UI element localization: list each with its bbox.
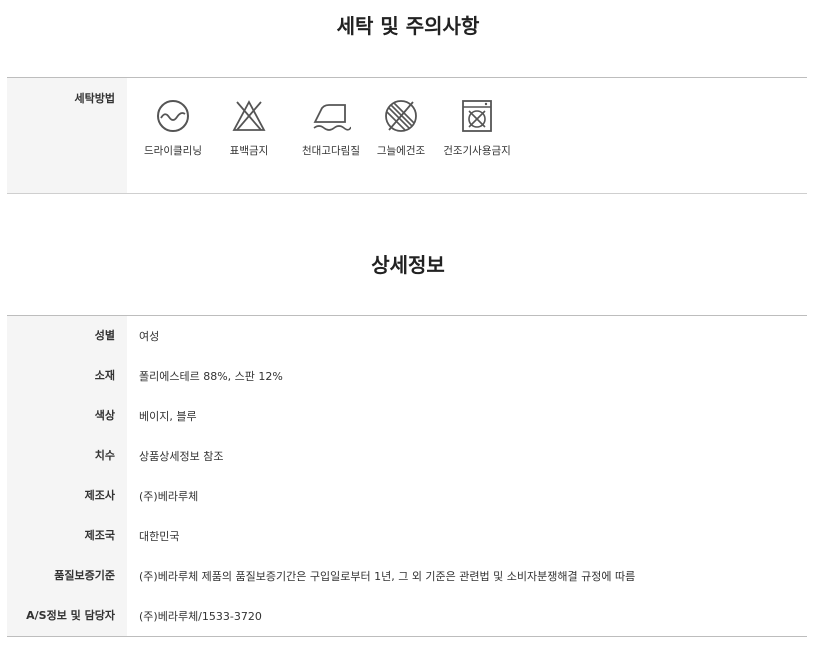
- detail-key: 소재: [7, 356, 127, 396]
- detail-key: 제조국: [7, 516, 127, 556]
- detail-key: 치수: [7, 436, 127, 476]
- washing-section-title: 세탁 및 주의사항: [336, 14, 480, 38]
- detail-row-as-contact: A/S정보 및 담당자 (주)베라루체/1533-3720: [7, 596, 807, 636]
- no-tumble-dry-icon: [462, 100, 492, 132]
- detail-row-warranty: 품질보증기준 (주)베라루체 제품의 품질보증기간은 구입일로부터 1년, 그 …: [7, 556, 807, 596]
- shade-dry-icon: [385, 100, 417, 132]
- detail-value: (주)베라루체 제품의 품질보증기간은 구입일로부터 1년, 그 외 기준은 관…: [139, 570, 636, 583]
- detail-section-title: 상세정보: [371, 253, 445, 277]
- detail-value: 여성: [139, 330, 160, 343]
- detail-table: 성별 여성 소재 폴리에스테르 88%, 스판 12% 색상 베이지, 블루 치…: [7, 315, 807, 637]
- detail-row-manufacturer: 제조사 (주)베라루체: [7, 476, 807, 516]
- detail-key: A/S정보 및 담당자: [7, 596, 127, 636]
- care-icons-area: 드라이클리닝 표백금지 천대고다림질 그늘에건조 건조기사용금지: [127, 78, 807, 193]
- detail-key: 성별: [7, 316, 127, 356]
- low-iron-icon: [313, 104, 351, 131]
- detail-value: 베이지, 블루: [139, 410, 197, 423]
- detail-value: 폴리에스테르 88%, 스판 12%: [139, 370, 283, 383]
- detail-key: 품질보증기준: [7, 556, 127, 596]
- care-label-no-bleach: 표백금지: [229, 145, 269, 157]
- care-item-dry-cleaning: 드라이클리닝: [131, 78, 215, 158]
- washing-table: 세탁방법 드라이클리닝 표백금지 천대고다림질 그늘에건조 건조기사용금지: [7, 77, 807, 194]
- detail-row-color: 색상 베이지, 블루: [7, 396, 807, 436]
- detail-row-material: 소재 폴리에스테르 88%, 스판 12%: [7, 356, 807, 396]
- detail-row-origin: 제조국 대한민국: [7, 516, 807, 556]
- no-bleach-icon: [232, 100, 266, 131]
- care-item-shade-dry: 그늘에건조: [359, 78, 443, 158]
- care-item-no-bleach: 표백금지: [207, 78, 291, 158]
- care-label-no-tumble-dry: 건조기사용금지: [443, 145, 511, 157]
- detail-value: 상품상세정보 참조: [139, 450, 224, 463]
- detail-value: 대한민국: [139, 530, 180, 543]
- detail-value: (주)베라루체/1533-3720: [139, 610, 262, 623]
- detail-key: 제조사: [7, 476, 127, 516]
- washing-method-label: 세탁방법: [7, 78, 127, 193]
- dry-cleaning-icon: [157, 100, 189, 132]
- care-item-no-tumble-dry: 건조기사용금지: [435, 78, 519, 158]
- detail-value: (주)베라루체: [139, 490, 199, 503]
- detail-row-gender: 성별 여성: [7, 316, 807, 356]
- detail-row-size: 치수 상품상세정보 참조: [7, 436, 807, 476]
- care-label-shade-dry: 그늘에건조: [376, 145, 426, 157]
- detail-key: 색상: [7, 396, 127, 436]
- care-label-dry-cleaning: 드라이클리닝: [144, 145, 202, 157]
